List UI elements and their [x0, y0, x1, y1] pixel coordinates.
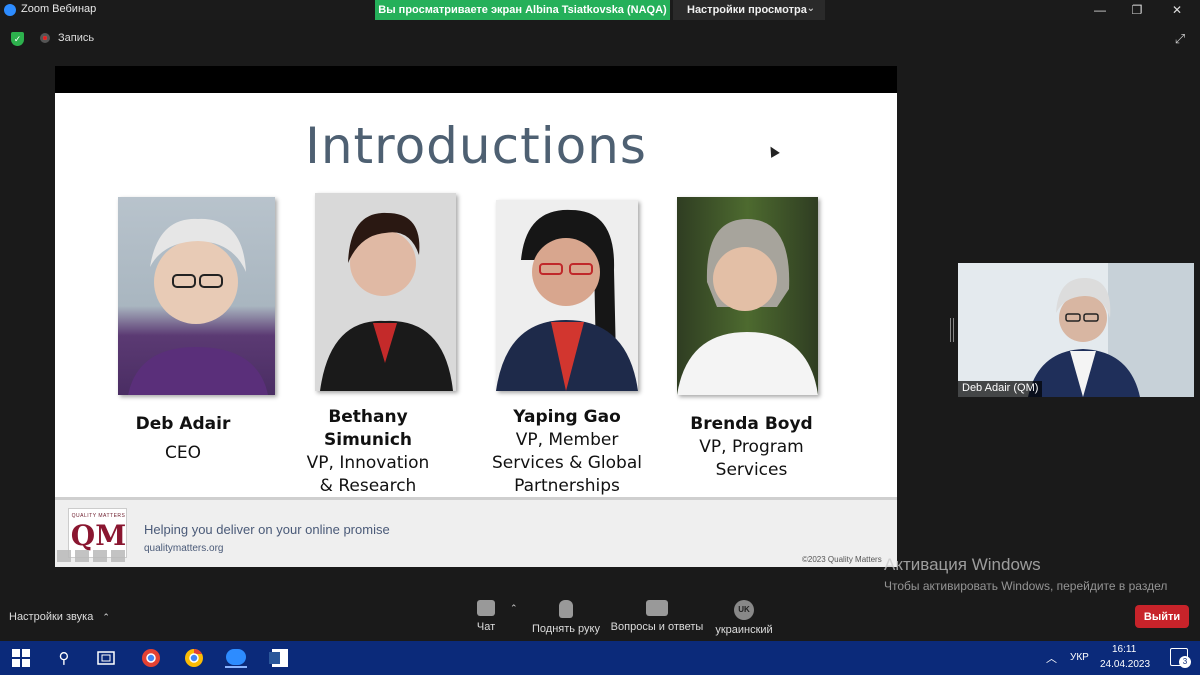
photo-yaping-gao — [496, 200, 638, 391]
menu-icon[interactable] — [93, 550, 107, 562]
chat-icon — [477, 600, 495, 616]
interpretation-button[interactable]: UK украинский — [712, 600, 776, 636]
person-role: CEO — [165, 443, 201, 463]
person-card-deb-adair: Deb Adair CEO — [108, 413, 258, 465]
windows-activation-title: Активация Windows — [884, 555, 1041, 574]
pen-icon[interactable] — [75, 550, 89, 562]
chrome-icon[interactable] — [183, 648, 205, 668]
participant-name-label: Deb Adair (QM) — [958, 381, 1043, 397]
person-name: Deb Adair — [135, 414, 231, 434]
person-name: Bethany Simunich — [324, 407, 412, 450]
footer-url: qualitymatters.org — [144, 543, 224, 554]
recording-label: Запись — [58, 32, 95, 44]
hand-icon — [559, 600, 573, 618]
footer-copyright: ©2023 Quality Matters — [802, 555, 882, 564]
search-icon[interactable]: ⚲ — [53, 648, 75, 668]
chevron-up-icon[interactable]: ⌃ — [102, 612, 110, 622]
view-options-label: Настройки просмотра — [687, 4, 807, 16]
participant-video[interactable] — [958, 263, 1194, 397]
windows-taskbar — [0, 641, 1200, 675]
language-badge-icon: UK — [734, 600, 754, 620]
minimize-icon[interactable]: — — [1085, 0, 1115, 20]
photo-deb-adair — [118, 197, 275, 395]
audio-settings-button[interactable]: Настройки звука ⌃ — [9, 611, 110, 623]
clock-time[interactable]: 16:11 — [1112, 644, 1136, 655]
slide-footer: QUALITY MATTERS QM Helping you deliver o… — [55, 497, 897, 567]
presentation-slide: Introductions Deb Adair CEO Bethany Simu… — [55, 93, 897, 567]
fullscreen-icon[interactable]: ⤢ — [1172, 31, 1188, 47]
raise-hand-label: Поднять руку — [532, 623, 600, 635]
person-role: VP, Innovation & Research — [306, 453, 430, 496]
person-role: VP, Member Services & Global Partnership… — [492, 430, 642, 496]
view-options-button[interactable]: Настройки просмотра ⌄ — [673, 0, 825, 20]
zoom-app-icon — [4, 4, 16, 16]
chevron-down-icon: ⌄ — [806, 3, 815, 14]
person-role: VP, Program Services — [699, 437, 804, 480]
zoom-taskbar-icon[interactable] — [225, 648, 247, 668]
person-card-bethany-simunich: Bethany Simunich VP, Innovation & Resear… — [283, 406, 453, 498]
person-card-yaping-gao: Yaping Gao VP, Member Services & Global … — [487, 406, 647, 498]
qa-button[interactable]: Вопросы и ответы — [610, 600, 704, 633]
notification-count: 3 — [1179, 656, 1191, 668]
slide-nav-controls — [57, 550, 129, 564]
word-icon[interactable] — [268, 648, 290, 668]
panel-resize-handle[interactable] — [950, 318, 954, 342]
restore-icon[interactable]: ❐ — [1122, 0, 1152, 20]
keyboard-language[interactable]: УКР — [1070, 652, 1089, 663]
photo-brenda-boyd — [677, 197, 818, 395]
qa-label: Вопросы и ответы — [610, 621, 704, 633]
windows-start-icon[interactable] — [10, 648, 32, 668]
logo-big-text: QM — [70, 519, 127, 552]
person-name: Yaping Gao — [513, 407, 621, 427]
close-icon[interactable]: ✕ — [1162, 0, 1192, 20]
footer-tagline: Helping you deliver on your online promi… — [144, 522, 390, 537]
audio-settings-label: Настройки звука — [9, 611, 94, 623]
person-card-brenda-boyd: Brenda Boyd VP, Program Services — [675, 413, 828, 482]
clock-date[interactable]: 24.04.2023 — [1100, 659, 1150, 670]
chat-options-chevron-icon[interactable]: ⌃ — [510, 603, 518, 614]
raise-hand-button[interactable]: Поднять руку — [530, 600, 602, 635]
qa-icon — [646, 600, 668, 616]
next-arrow-icon[interactable] — [111, 550, 125, 562]
person-name: Brenda Boyd — [690, 414, 813, 434]
chat-button[interactable]: Чат — [468, 600, 504, 633]
notification-center-icon[interactable]: 3 — [1170, 648, 1191, 668]
share-banner: Вы просматриваете экран Albina Tsiatkovs… — [375, 0, 670, 20]
chrome-user-icon[interactable] — [140, 648, 162, 668]
tray-chevron-icon[interactable]: ︿ — [1046, 650, 1057, 666]
window-title: Zoom Вебинар — [21, 3, 97, 15]
recording-icon — [40, 33, 50, 43]
chat-label: Чат — [476, 621, 496, 633]
exit-button[interactable]: Выйти — [1135, 605, 1189, 628]
prev-arrow-icon[interactable] — [57, 550, 71, 562]
task-view-icon[interactable] — [95, 648, 117, 668]
language-label: украинский — [715, 624, 773, 636]
photo-bethany-simunich — [315, 193, 456, 391]
security-shield-icon[interactable]: ✓ — [11, 32, 24, 46]
